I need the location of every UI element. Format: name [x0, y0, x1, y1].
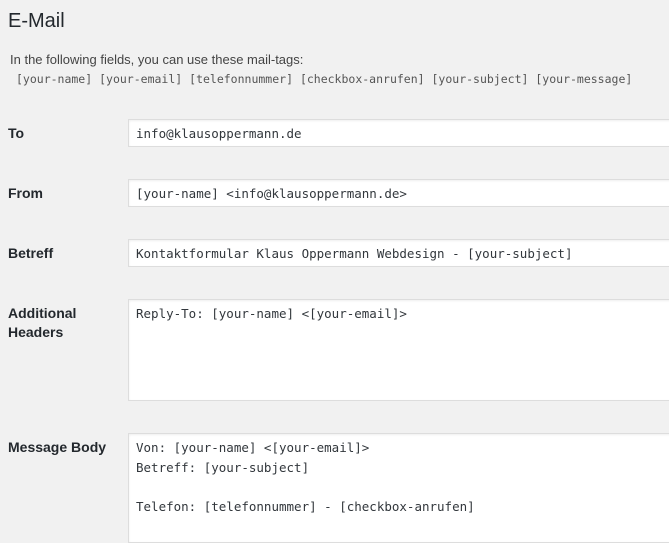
mail-tag: [telefonnummer]: [189, 72, 293, 86]
additional-headers-label-line1: Additional: [8, 305, 77, 321]
additional-headers-label-line2: Headers: [8, 324, 64, 340]
mail-tag: [your-message]: [535, 72, 633, 86]
subject-input[interactable]: [128, 239, 669, 267]
to-label: To: [8, 125, 25, 141]
mail-tag: [your-subject]: [431, 72, 529, 86]
mail-tag: [your-name]: [16, 72, 93, 86]
mail-tags-list: [your-name] [your-email] [telefonnummer]…: [16, 72, 632, 86]
message-body-textarea[interactable]: Von: [your-name] <[your-email]> Betreff:…: [128, 433, 669, 543]
mail-tag: [checkbox-anrufen]: [299, 72, 425, 86]
to-input[interactable]: [128, 119, 669, 147]
from-label: From: [8, 185, 43, 201]
mail-tag: [your-email]: [99, 72, 183, 86]
message-body-label: Message Body: [8, 439, 107, 455]
from-input[interactable]: [128, 179, 669, 207]
additional-headers-label: Additional Headers: [8, 304, 76, 342]
subject-label: Betreff: [8, 245, 54, 261]
section-title: E-Mail: [8, 10, 65, 32]
additional-headers-textarea[interactable]: Reply-To: [your-name] <[your-email]>: [128, 299, 669, 401]
mail-tags-intro: In the following fields, you can use the…: [10, 52, 304, 67]
